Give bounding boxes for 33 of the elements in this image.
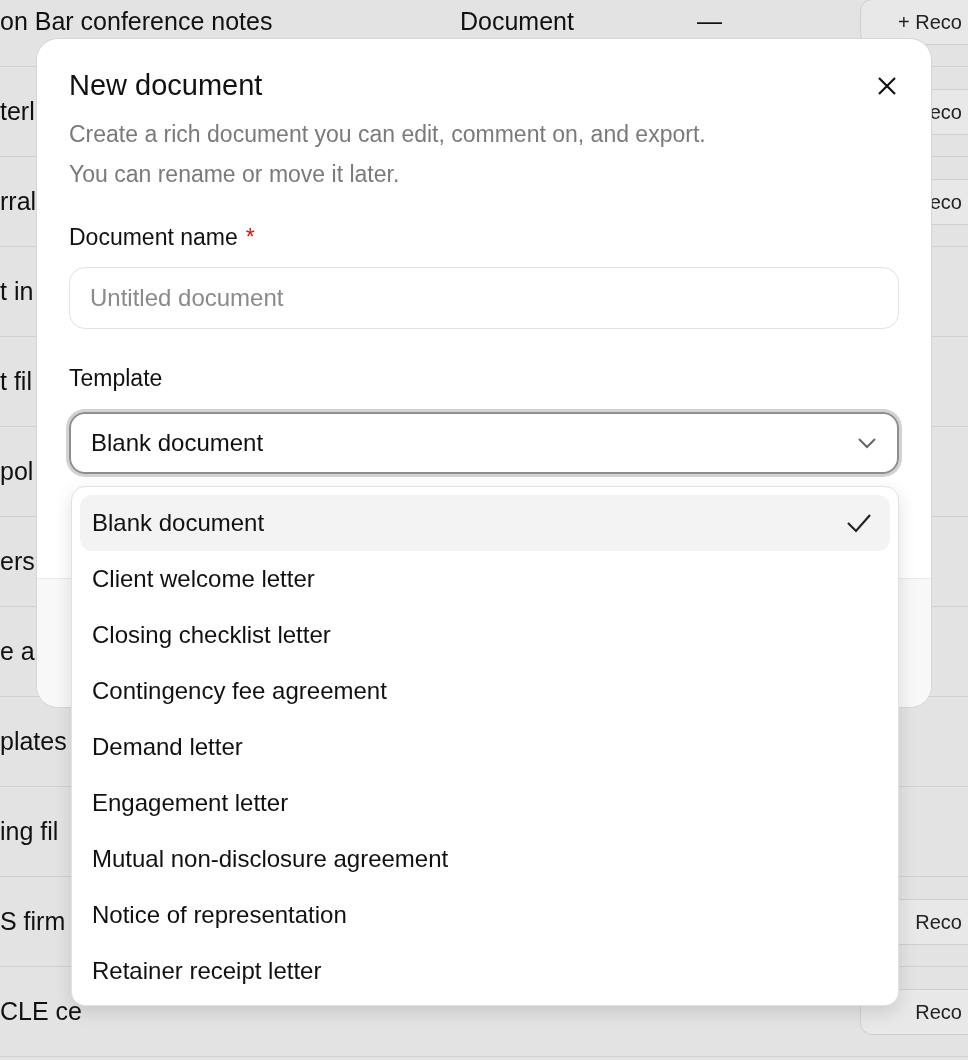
table-cell: on Bar conference notes — [0, 7, 273, 36]
table-cell: rral — [0, 187, 37, 216]
field-label: Document name — [69, 224, 238, 251]
dropdown-option[interactable]: Closing checklist letter — [80, 607, 890, 663]
table-cell: e a — [0, 637, 35, 666]
table-cell: — — [697, 7, 722, 36]
template-select[interactable]: Blank document — [69, 412, 899, 474]
dropdown-option[interactable]: Notice of representation — [80, 887, 890, 943]
table-cell: ers — [0, 547, 35, 576]
table-cell: terl — [0, 97, 35, 126]
table-cell: t in — [0, 277, 34, 306]
dropdown-option[interactable]: Blank document — [80, 495, 890, 551]
dialog-title: New document — [69, 69, 263, 102]
table-cell: t fil — [0, 367, 32, 396]
dialog-description: Create a rich document you can edit, comment on, and export. You can rename or move it later. — [69, 120, 707, 189]
table-cell: pol — [0, 457, 34, 486]
table-cell: S firm — [0, 907, 66, 936]
table-cell: ing fil — [0, 817, 59, 846]
dropdown-option[interactable]: Contingency fee agreement — [80, 663, 890, 719]
record-button[interactable]: + Reco — [860, 0, 968, 45]
dropdown-option[interactable]: Demand letter — [80, 719, 890, 775]
close-icon[interactable] — [877, 75, 897, 96]
table-cell: Document — [460, 7, 574, 36]
check-icon — [846, 513, 872, 533]
field-label: Template — [69, 365, 163, 392]
dropdown-option[interactable]: Client welcome letter — [80, 551, 890, 607]
table-cell: CLE ce — [0, 997, 82, 1026]
dropdown-option[interactable]: Engagement letter — [80, 775, 890, 831]
dropdown-option[interactable]: Mutual non-disclosure agreement — [80, 831, 890, 887]
required-mark: * — [245, 224, 255, 251]
chevron-down-icon — [857, 437, 877, 449]
document-name-field[interactable]: Untitled document — [69, 267, 899, 329]
table-cell: plates — [0, 727, 67, 756]
